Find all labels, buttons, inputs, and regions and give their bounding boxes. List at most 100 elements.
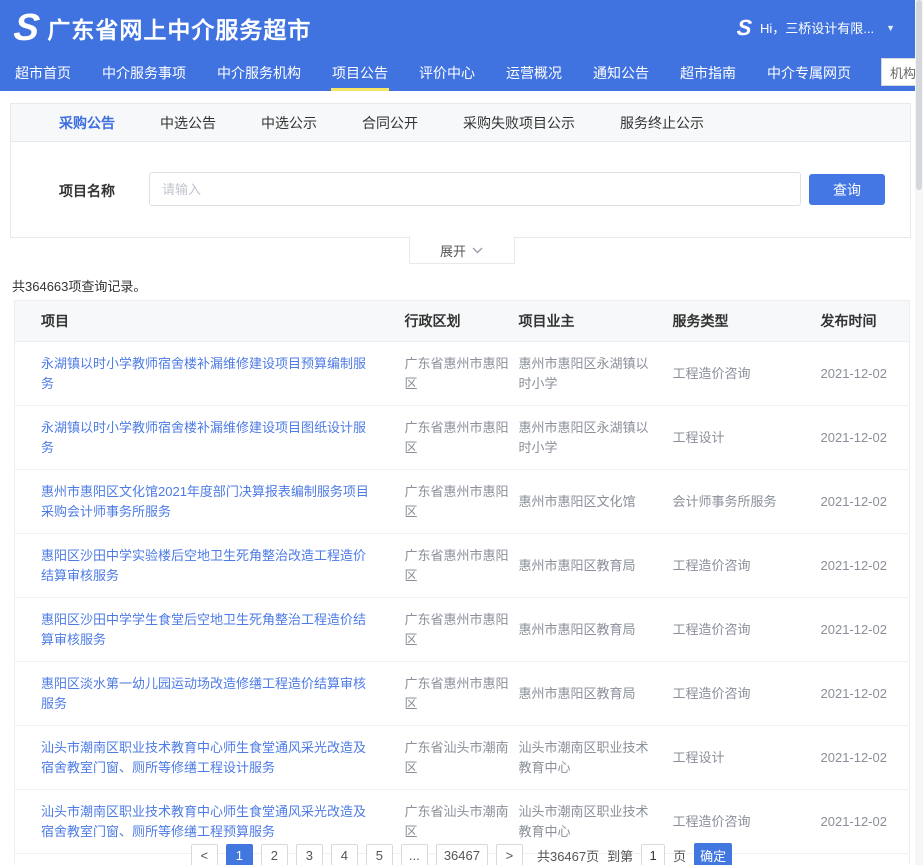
service-type-cell: 会计师事务所服务	[673, 470, 821, 534]
page-button-3[interactable]: 3	[296, 844, 323, 865]
project-name-input[interactable]	[149, 172, 801, 206]
tab-contract-disclosure[interactable]: 合同公开	[362, 113, 418, 133]
page-button-last[interactable]: 36467	[436, 844, 488, 865]
table-row: 惠阳区淡水第一幼儿园运动场改造修缮工程造价结算审核服务 广东省惠州市惠阳区 惠州…	[15, 662, 910, 726]
chevron-down-icon	[472, 247, 483, 254]
project-link[interactable]: 惠阳区沙田中学实验楼后空地卫生死角整治改造工程造价结算审核服务	[41, 548, 366, 583]
column-header-region: 行政区划	[405, 301, 519, 342]
tab-selection-announcement[interactable]: 中选公告	[160, 113, 216, 133]
page-ellipsis[interactable]: ...	[401, 844, 428, 865]
service-type-cell: 工程造价咨询	[673, 342, 821, 406]
goto-page-label: 到第	[607, 846, 633, 865]
owner-cell: 惠州市惠阳区永湖镇以时小学	[519, 342, 673, 406]
region-cell: 广东省汕头市潮南区	[405, 726, 519, 790]
owner-cell: 汕头市潮南区职业技术教育中心	[519, 726, 673, 790]
publish-date-cell: 2021-12-02	[821, 726, 910, 790]
project-link[interactable]: 永湖镇以时小学教师宿舍楼补漏维修建设项目图纸设计服务	[41, 420, 366, 455]
result-count: 共364663项查询记录。	[12, 276, 146, 295]
region-cell: 广东省惠州市惠阳区	[405, 470, 519, 534]
total-pages-text: 共36467页	[537, 846, 599, 865]
project-name-label: 项目名称	[59, 181, 115, 201]
table-row: 汕头市潮南区职业技术教育中心师生食堂通风采光改造及宿舍教室门窗、厕所等修缮工程设…	[15, 726, 910, 790]
service-type-cell: 工程造价咨询	[673, 534, 821, 598]
owner-cell: 惠州市惠阳区文化馆	[519, 470, 673, 534]
query-button[interactable]: 查询	[809, 174, 885, 205]
main-nav: 超市首页 中介服务事项 中介服务机构 项目公告 评价中心 运营概况 通知公告 超…	[0, 55, 923, 91]
project-link[interactable]: 惠阳区沙田中学学生食堂后空地卫生死角整治工程造价结算审核服务	[41, 612, 366, 647]
nav-item-service-items[interactable]: 中介服务事项	[101, 55, 187, 91]
goto-page-input[interactable]	[641, 844, 665, 865]
table-header-row: 项目 行政区划 项目业主 服务类型 发布时间	[15, 301, 910, 342]
user-menu[interactable]: S Hi，三桥设计有限... ▼	[737, 17, 909, 39]
publish-date-cell: 2021-12-02	[821, 342, 910, 406]
next-page-button[interactable]: >	[496, 844, 523, 865]
scrollbar-thumb[interactable]	[916, 0, 922, 190]
table-row: 惠阳区沙田中学学生食堂后空地卫生死角整治工程造价结算审核服务 广东省惠州市惠阳区…	[15, 598, 910, 662]
nav-item-project-announcements[interactable]: 项目公告	[331, 55, 389, 91]
top-header: S 广东省网上中介服务超市 S Hi，三桥设计有限... ▼	[0, 0, 923, 55]
column-header-owner: 项目业主	[519, 301, 673, 342]
nav-item-notices[interactable]: 通知公告	[592, 55, 650, 91]
page-button-1[interactable]: 1	[226, 844, 253, 865]
page-button-5[interactable]: 5	[366, 844, 393, 865]
page-button-2[interactable]: 2	[261, 844, 288, 865]
tab-service-termination-publicity[interactable]: 服务终止公示	[620, 113, 704, 133]
owner-cell: 惠州市惠阳区教育局	[519, 534, 673, 598]
tab-purchase-announcement[interactable]: 采购公告	[59, 113, 115, 133]
region-cell: 广东省惠州市惠阳区	[405, 662, 519, 726]
tab-selection-publicity[interactable]: 中选公示	[261, 113, 317, 133]
site-title: 广东省网上中介服务超市	[47, 11, 311, 45]
expand-strip: 展开	[0, 236, 923, 264]
filter-panel: 采购公告 中选公告 中选公示 合同公开 采购失败项目公示 服务终止公示 项目名称…	[10, 103, 911, 238]
nav-item-agency-pages[interactable]: 中介专属网页	[766, 55, 852, 91]
service-type-cell: 工程造价咨询	[673, 662, 821, 726]
nav-item-guide[interactable]: 超市指南	[679, 55, 737, 91]
region-cell: 广东省惠州市惠阳区	[405, 342, 519, 406]
project-link[interactable]: 汕头市潮南区职业技术教育中心师生食堂通风采光改造及宿舍教室门窗、厕所等修缮工程预…	[41, 804, 366, 839]
owner-cell: 惠州市惠阳区教育局	[519, 598, 673, 662]
publish-date-cell: 2021-12-02	[821, 534, 910, 598]
user-greeting: Hi，三桥设计有限...	[760, 18, 874, 37]
publish-date-cell: 2021-12-02	[821, 406, 910, 470]
goto-page-suffix: 页	[673, 846, 686, 865]
prev-page-button[interactable]: <	[191, 844, 218, 865]
project-link[interactable]: 惠阳区淡水第一幼儿园运动场改造修缮工程造价结算审核服务	[41, 676, 366, 711]
user-logo-icon: S	[736, 17, 753, 39]
nav-item-agencies[interactable]: 中介服务机构	[216, 55, 302, 91]
service-type-cell: 工程造价咨询	[673, 598, 821, 662]
expand-label: 展开	[440, 241, 466, 260]
table-row: 惠阳区沙田中学实验楼后空地卫生死角整治改造工程造价结算审核服务 广东省惠州市惠阳…	[15, 534, 910, 598]
confirm-button[interactable]: 确定	[694, 843, 732, 865]
search-category-value: 机构	[890, 63, 916, 82]
publish-date-cell: 2021-12-02	[821, 598, 910, 662]
owner-cell: 惠州市惠阳区教育局	[519, 662, 673, 726]
region-cell: 广东省惠州市惠阳区	[405, 598, 519, 662]
expand-button[interactable]: 展开	[409, 236, 515, 264]
filter-form: 项目名称 查询	[11, 142, 910, 237]
service-type-cell: 工程设计	[673, 726, 821, 790]
project-link[interactable]: 汕头市潮南区职业技术教育中心师生食堂通风采光改造及宿舍教室门窗、厕所等修缮工程设…	[41, 740, 366, 775]
publish-date-cell: 2021-12-02	[821, 470, 910, 534]
site-logo-icon: S	[12, 9, 39, 47]
announcement-tabs: 采购公告 中选公告 中选公示 合同公开 采购失败项目公示 服务终止公示	[11, 104, 910, 142]
tab-failed-purchase-publicity[interactable]: 采购失败项目公示	[463, 113, 575, 133]
table-row: 永湖镇以时小学教师宿舍楼补漏维修建设项目预算编制服务 广东省惠州市惠阳区 惠州市…	[15, 342, 910, 406]
nav-item-home[interactable]: 超市首页	[14, 55, 72, 91]
scrollbar[interactable]	[915, 0, 923, 865]
region-cell: 广东省惠州市惠阳区	[405, 534, 519, 598]
nav-item-operation-overview[interactable]: 运营概况	[505, 55, 563, 91]
project-link[interactable]: 惠州市惠阳区文化馆2021年度部门决算报表编制服务项目采购会计师事务所服务	[41, 484, 369, 519]
owner-cell: 惠州市惠阳区永湖镇以时小学	[519, 406, 673, 470]
service-type-cell: 工程设计	[673, 406, 821, 470]
results-table: 项目 行政区划 项目业主 服务类型 发布时间 永湖镇以时小学教师宿舍楼补漏维修建…	[14, 300, 910, 865]
column-header-publish-date: 发布时间	[821, 301, 910, 342]
table-row: 永湖镇以时小学教师宿舍楼补漏维修建设项目图纸设计服务 广东省惠州市惠阳区 惠州市…	[15, 406, 910, 470]
table-row: 惠州市惠阳区文化馆2021年度部门决算报表编制服务项目采购会计师事务所服务 广东…	[15, 470, 910, 534]
page-button-4[interactable]: 4	[331, 844, 358, 865]
pagination: < 1 2 3 4 5 ... 36467 > 共36467页 到第 页 确定	[0, 843, 923, 865]
nav-item-evaluation[interactable]: 评价中心	[418, 55, 476, 91]
column-header-project: 项目	[15, 301, 405, 342]
publish-date-cell: 2021-12-02	[821, 662, 910, 726]
project-link[interactable]: 永湖镇以时小学教师宿舍楼补漏维修建设项目预算编制服务	[41, 356, 366, 391]
chevron-down-icon: ▼	[886, 23, 895, 33]
